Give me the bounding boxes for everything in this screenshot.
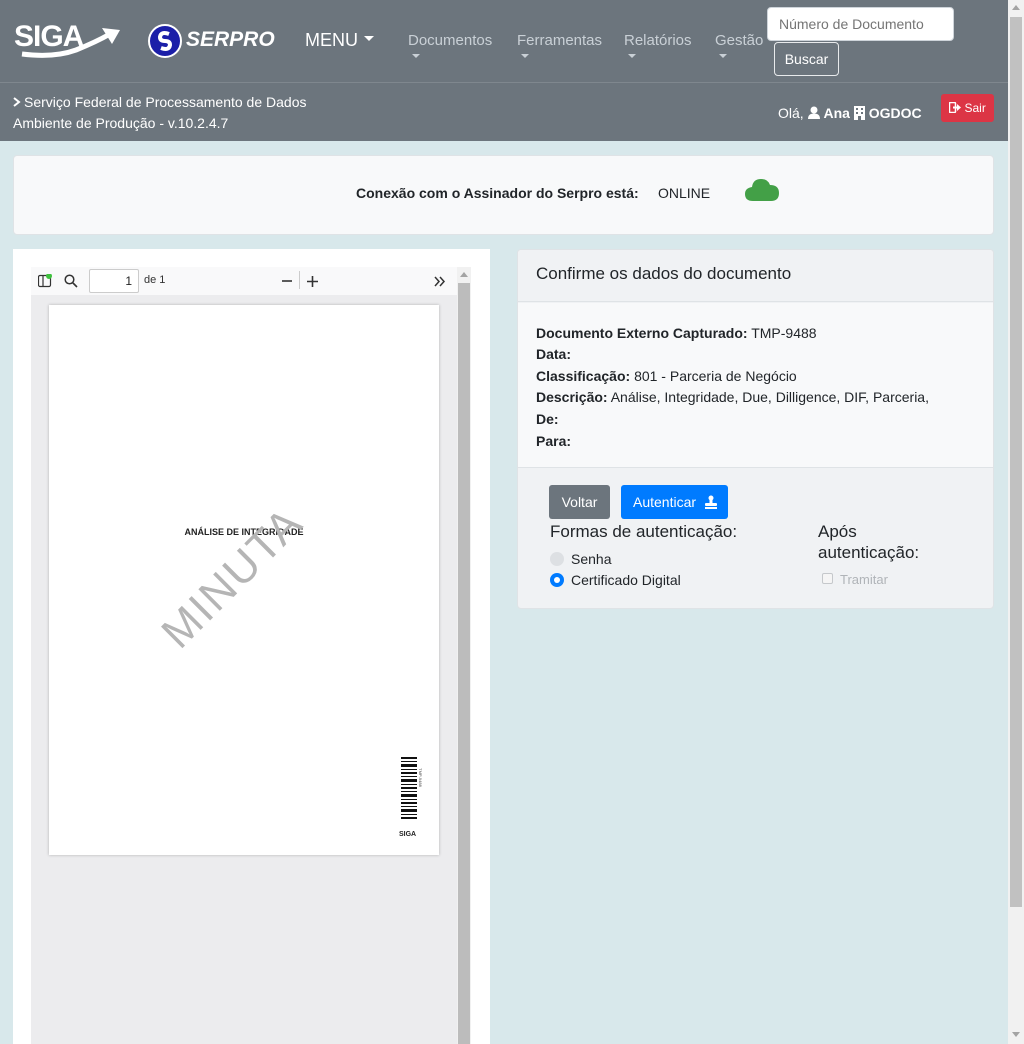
- building-icon: [853, 106, 865, 120]
- scroll-up-icon[interactable]: [1012, 5, 1020, 10]
- top-navbar: SIGA SERPRO MENU Documentos Ferramentas …: [0, 0, 1008, 82]
- field-label: Classificação:: [536, 368, 631, 384]
- field-label: De:: [536, 411, 559, 427]
- radio-certificado-label[interactable]: Certificado Digital: [571, 572, 681, 588]
- authenticate-label: Autenticar: [633, 494, 697, 510]
- scroll-down-icon[interactable]: [1012, 1032, 1020, 1037]
- logout-label: Sair: [964, 101, 986, 115]
- field-label: Data:: [536, 346, 572, 362]
- field-document: Documento Externo Capturado: TMP-9488: [536, 325, 817, 341]
- siga-logo[interactable]: SIGA: [14, 20, 124, 60]
- logout-button[interactable]: Sair: [941, 94, 994, 122]
- caret-down-icon: [412, 54, 420, 58]
- tramitar-label: Tramitar: [840, 572, 888, 587]
- nav-ferramentas[interactable]: Ferramentas: [517, 32, 603, 58]
- connection-status: ONLINE: [658, 185, 711, 201]
- field-value: TMP-9488: [751, 325, 817, 341]
- field-description: Descrição: Análise, Integridade, Due, Di…: [536, 389, 929, 405]
- barcode-text: TMP-9488: [417, 768, 423, 787]
- menu-dropdown-button[interactable]: MENU: [305, 30, 374, 51]
- field-date: Data:: [536, 346, 571, 362]
- toolbar-separator: [299, 271, 300, 289]
- page-number-input[interactable]: 1: [89, 269, 139, 293]
- nav-gestao[interactable]: Gestão: [715, 32, 764, 58]
- after-auth-title: Após autenticação:: [818, 522, 920, 562]
- user-name[interactable]: Ana: [823, 105, 849, 121]
- signer-connection-card: Conexão com o Assinador do Serpro está: …: [13, 155, 994, 235]
- pdf-scrollbar[interactable]: [457, 267, 471, 1044]
- organization-name: Serviço Federal de Processamento de Dado…: [24, 94, 307, 110]
- field-to: Para:: [536, 433, 571, 449]
- environment-version: Ambiente de Produção - v.10.2.4.7: [13, 115, 229, 131]
- serpro-logo[interactable]: SERPRO: [148, 24, 275, 58]
- caret-down-icon: [364, 35, 374, 41]
- cloud-online-icon: [745, 179, 779, 201]
- field-label: Descrição:: [536, 389, 608, 405]
- siga-arrow-icon: [21, 28, 120, 58]
- caret-down-icon: [628, 54, 636, 58]
- user-icon: [807, 106, 820, 119]
- field-value: 801 - Parceria de Negócio: [634, 368, 797, 384]
- nav-documentos[interactable]: Documentos: [408, 32, 493, 58]
- menu-label: MENU: [305, 30, 358, 50]
- organization-link[interactable]: Serviço Federal de Processamento de Dado…: [13, 94, 306, 110]
- greeting-text: Olá,: [778, 105, 804, 121]
- authenticate-button[interactable]: Autenticar: [621, 485, 728, 519]
- nav-label: Gestão: [715, 32, 764, 49]
- page-scrollbar[interactable]: [1008, 0, 1024, 1044]
- field-from: De:: [536, 411, 559, 427]
- search-button[interactable]: Buscar: [774, 42, 839, 76]
- draft-watermark: MINUTA: [152, 497, 313, 658]
- field-label: Documento Externo Capturado:: [536, 325, 748, 341]
- page-total-label: de 1: [144, 274, 166, 286]
- connection-label: Conexão com o Assinador do Serpro está:: [356, 185, 639, 201]
- stamp-icon: [705, 495, 717, 509]
- sidebar-toggle-icon[interactable]: [38, 274, 52, 288]
- pdf-page-area[interactable]: ANÁLISE DE INTEGRIDADE MINUTA TMP-9488 S…: [31, 295, 457, 1044]
- search-icon[interactable]: [64, 274, 78, 288]
- card-title: Confirme os dados do documento: [536, 264, 792, 283]
- confirm-document-card: Confirme os dados do documento Documento…: [517, 249, 994, 609]
- nav-label: Relatórios: [624, 32, 692, 49]
- zoom-out-icon[interactable]: [281, 275, 293, 287]
- radio-senha[interactable]: [550, 552, 564, 566]
- document-details: Documento Externo Capturado: TMP-9488 Da…: [518, 303, 993, 468]
- sign-out-icon: [948, 101, 962, 114]
- zoom-in-icon[interactable]: [306, 275, 319, 288]
- auth-methods-title: Formas de autenticação:: [550, 522, 738, 541]
- chevron-right-icon: [13, 97, 21, 107]
- barcode-icon: [401, 757, 417, 819]
- pdf-page: ANÁLISE DE INTEGRIDADE MINUTA TMP-9488 S…: [49, 305, 439, 855]
- double-chevron-right-icon[interactable]: [434, 276, 446, 287]
- scrollbar-thumb[interactable]: [458, 283, 470, 1044]
- pdf-toolbar: 1 de 1: [31, 267, 471, 295]
- pdf-viewer: 1 de 1 ANÁLISE DE INTEGRIDADE MINUTA TMP…: [13, 249, 490, 1044]
- document-number-search-input[interactable]: [767, 7, 954, 41]
- radio-certificado-digital[interactable]: [550, 573, 564, 587]
- field-value: Análise, Integridade, Due, Dilligence, D…: [610, 389, 929, 405]
- tramitar-checkbox: [822, 573, 833, 584]
- nav-label: Ferramentas: [517, 32, 603, 49]
- caret-down-icon: [719, 54, 727, 58]
- nav-relatorios[interactable]: Relatórios: [624, 32, 692, 58]
- caret-down-icon: [521, 54, 529, 58]
- serpro-symbol-icon: [148, 24, 182, 58]
- page-footer-logo: SIGA: [399, 831, 417, 838]
- user-info: Olá, Ana OGDOC: [778, 105, 922, 121]
- scroll-up-icon[interactable]: [460, 272, 468, 277]
- back-button[interactable]: Voltar: [549, 485, 610, 519]
- serpro-logo-text: SERPRO: [186, 28, 275, 51]
- user-unit[interactable]: OGDOC: [869, 105, 922, 121]
- nav-label: Documentos: [408, 32, 493, 49]
- field-classification: Classificação: 801 - Parceria de Negócio: [536, 368, 797, 384]
- context-bar: Serviço Federal de Processamento de Dado…: [0, 82, 1008, 141]
- card-header: Confirme os dados do documento: [518, 250, 993, 302]
- field-label: Para:: [536, 433, 572, 449]
- scrollbar-thumb[interactable]: [1010, 17, 1022, 907]
- radio-senha-label[interactable]: Senha: [571, 551, 611, 567]
